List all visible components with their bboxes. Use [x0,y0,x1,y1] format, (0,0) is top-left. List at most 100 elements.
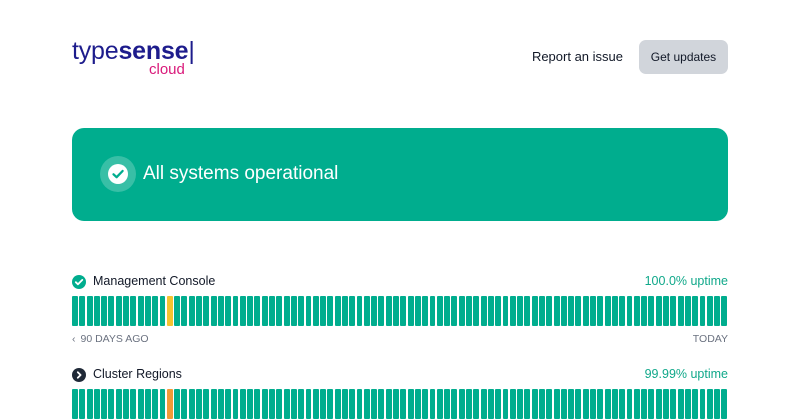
uptime-day-bar[interactable] [699,296,706,326]
uptime-day-bar[interactable] [436,389,443,419]
uptime-day-bar[interactable] [517,296,524,326]
uptime-day-bar[interactable] [575,389,582,419]
uptime-day-bar[interactable] [144,389,151,419]
uptime-day-bar[interactable] [188,389,195,419]
uptime-day-bar[interactable] [290,296,297,326]
uptime-day-bar[interactable] [247,389,254,419]
report-issue-link[interactable]: Report an issue [532,49,623,64]
chevron-left-icon[interactable]: ‹ [72,333,76,345]
uptime-day-bar[interactable] [466,389,472,419]
uptime-day-bar[interactable] [378,389,385,419]
uptime-day-bar[interactable] [363,389,370,419]
uptime-day-bar[interactable] [334,389,341,419]
uptime-day-bar[interactable] [356,389,363,419]
uptime-day-bar[interactable] [298,389,305,419]
uptime-day-bar[interactable] [495,389,502,419]
uptime-day-bar[interactable] [312,389,319,419]
uptime-day-bar[interactable] [553,296,560,326]
uptime-day-bar[interactable] [166,296,173,326]
uptime-day-bar[interactable] [444,389,451,419]
uptime-day-bar[interactable] [502,389,509,419]
uptime-day-bar[interactable] [517,389,524,419]
uptime-day-bar[interactable] [400,296,407,326]
uptime-day-bar[interactable] [684,296,691,326]
uptime-day-bar[interactable] [269,389,275,419]
uptime-day-bar[interactable] [203,389,210,419]
uptime-day-bar[interactable] [714,389,721,419]
uptime-day-bar[interactable] [590,389,596,419]
uptime-day-bar[interactable] [239,296,246,326]
uptime-day-bar[interactable] [487,296,494,326]
uptime-day-bar[interactable] [393,296,399,326]
uptime-day-bar[interactable] [115,389,122,419]
uptime-day-bar[interactable] [393,389,399,419]
uptime-day-bar[interactable] [290,389,297,419]
uptime-day-bar[interactable] [692,389,699,419]
uptime-day-bar[interactable] [159,389,166,419]
uptime-day-bar[interactable] [115,296,122,326]
uptime-day-bar[interactable] [560,296,567,326]
uptime-day-bar[interactable] [597,296,604,326]
uptime-day-bar[interactable] [655,296,662,326]
uptime-day-bar[interactable] [648,296,655,326]
uptime-day-bar[interactable] [320,296,326,326]
uptime-day-bar[interactable] [429,296,436,326]
uptime-day-bar[interactable] [568,296,575,326]
uptime-day-bar[interactable] [269,296,275,326]
uptime-day-bar[interactable] [582,389,589,419]
uptime-day-bar[interactable] [79,296,86,326]
uptime-day-bar[interactable] [305,296,312,326]
uptime-day-bar[interactable] [444,296,451,326]
uptime-day-bar[interactable] [539,296,545,326]
uptime-day-bar[interactable] [531,389,538,419]
uptime-day-bar[interactable] [414,296,421,326]
uptime-day-bar[interactable] [239,389,246,419]
chevron-right-circle-icon[interactable] [72,368,86,382]
uptime-day-bar[interactable] [363,296,370,326]
uptime-day-bar[interactable] [217,389,224,419]
uptime-day-bar[interactable] [458,389,465,419]
uptime-day-bar[interactable] [619,296,626,326]
uptime-day-bar[interactable] [130,296,137,326]
uptime-day-bar[interactable] [480,296,487,326]
uptime-day-bar[interactable] [604,296,611,326]
uptime-day-bar[interactable] [261,296,268,326]
uptime-day-bar[interactable] [699,389,706,419]
uptime-day-bar[interactable] [684,389,691,419]
uptime-day-bar[interactable] [677,296,684,326]
uptime-day-bar[interactable] [531,296,538,326]
uptime-day-bar[interactable] [334,296,341,326]
uptime-day-bar[interactable] [174,389,181,419]
uptime-day-bar[interactable] [480,389,487,419]
uptime-day-bar[interactable] [79,389,86,419]
uptime-day-bar[interactable] [429,389,436,419]
uptime-day-bar[interactable] [276,389,283,419]
uptime-day-bar[interactable] [86,296,93,326]
uptime-day-bar[interactable] [626,389,633,419]
uptime-day-bar[interactable] [225,296,232,326]
uptime-day-bar[interactable] [546,296,553,326]
uptime-day-bar[interactable] [407,296,414,326]
uptime-day-bar[interactable] [232,389,239,419]
uptime-day-bar[interactable] [677,389,684,419]
uptime-day-bar[interactable] [144,296,151,326]
uptime-day-bar[interactable] [217,296,224,326]
uptime-day-bar[interactable] [436,296,443,326]
uptime-day-bar[interactable] [181,389,188,419]
uptime-day-bar[interactable] [706,389,713,419]
uptime-day-bar[interactable] [633,296,640,326]
uptime-day-bar[interactable] [181,296,188,326]
uptime-day-bar[interactable] [663,389,669,419]
uptime-day-bar[interactable] [254,296,261,326]
uptime-day-bar[interactable] [670,389,677,419]
uptime-day-bar[interactable] [633,389,640,419]
uptime-day-bar[interactable] [641,389,648,419]
uptime-day-bar[interactable] [276,296,283,326]
uptime-day-bar[interactable] [568,389,575,419]
uptime-day-bar[interactable] [385,389,392,419]
uptime-day-bar[interactable] [560,389,567,419]
uptime-day-bar[interactable] [553,389,560,419]
uptime-day-bar[interactable] [152,296,159,326]
uptime-day-bar[interactable] [356,296,363,326]
uptime-day-bar[interactable] [327,389,334,419]
